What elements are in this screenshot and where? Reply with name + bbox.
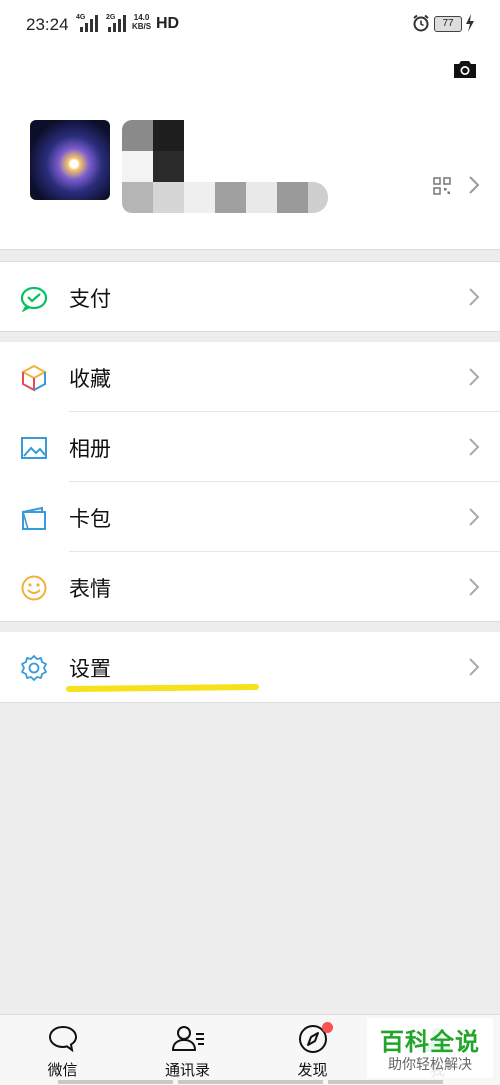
cube-icon (20, 364, 48, 392)
chevron-right-icon (469, 368, 480, 386)
menu-item-label: 表情 (69, 577, 111, 601)
chevron-right-icon (469, 658, 480, 676)
smiley-icon (21, 575, 47, 601)
avatar[interactable] (30, 120, 110, 200)
menu-item-label: 支付 (69, 287, 111, 311)
alarm-icon (413, 14, 429, 32)
tab-label: 通讯录 (164, 1061, 210, 1079)
chat-bubble-icon (48, 1025, 77, 1052)
menu-item-album[interactable]: 相册 (0, 412, 500, 482)
menu-item-stickers[interactable]: 表情 (0, 552, 500, 622)
menu-item-label: 卡包 (69, 507, 111, 531)
watermark-title: 百科全说 (380, 1028, 480, 1056)
status-time: 23:24 (26, 15, 69, 34)
wechat-pay-icon (20, 286, 48, 312)
card-wallet-icon (22, 506, 46, 530)
menu-item-favorites[interactable]: 收藏 (0, 342, 500, 412)
chevron-right-icon (469, 288, 480, 306)
gear-icon (21, 655, 47, 681)
tab-chats[interactable]: 微信 (0, 1015, 125, 1085)
divider (0, 621, 500, 622)
chevron-right-icon[interactable] (468, 175, 480, 195)
menu-item-label: 收藏 (69, 367, 111, 391)
network-speed: 14.0 KB/S (132, 13, 152, 31)
qr-code-icon[interactable] (433, 177, 451, 195)
pay-group: 支付 (0, 262, 500, 332)
divider (0, 249, 500, 250)
gesture-bar (58, 1080, 173, 1084)
menu-item-label: 相册 (69, 437, 111, 461)
gesture-bar (178, 1080, 323, 1084)
discover-badge (322, 1022, 333, 1033)
signal-icon (80, 14, 98, 32)
tab-discover[interactable]: 发现 (250, 1015, 375, 1085)
status-bar: 23:24 4G 2G 14.0 KB/S HD 77 (0, 0, 500, 48)
battery-icon: 77 (434, 16, 462, 32)
chevron-right-icon (469, 438, 480, 456)
chevron-right-icon (469, 508, 480, 526)
contacts-icon (171, 1026, 204, 1051)
menu-item-label: 设置 (69, 657, 111, 681)
divider (0, 331, 500, 332)
watermark: 百科全说 助你轻松解决 (367, 1018, 493, 1078)
menu-item-cards[interactable]: 卡包 (0, 482, 500, 552)
menu-item-pay[interactable]: 支付 (0, 262, 500, 332)
signal-icon (108, 14, 126, 32)
divider (0, 702, 500, 703)
collections-group: 收藏 相册 卡包 表情 (0, 342, 500, 622)
hd-indicator: HD (156, 15, 180, 32)
watermark-subtitle: 助你轻松解决 (388, 1057, 472, 1073)
charging-icon (466, 14, 474, 32)
tab-label: 微信 (47, 1061, 78, 1079)
photo-icon (21, 437, 47, 459)
tab-label: 发现 (297, 1061, 328, 1079)
gesture-bar (328, 1080, 443, 1084)
tab-contacts[interactable]: 通讯录 (125, 1015, 250, 1085)
chevron-right-icon (469, 578, 480, 596)
camera-icon[interactable] (452, 58, 478, 80)
